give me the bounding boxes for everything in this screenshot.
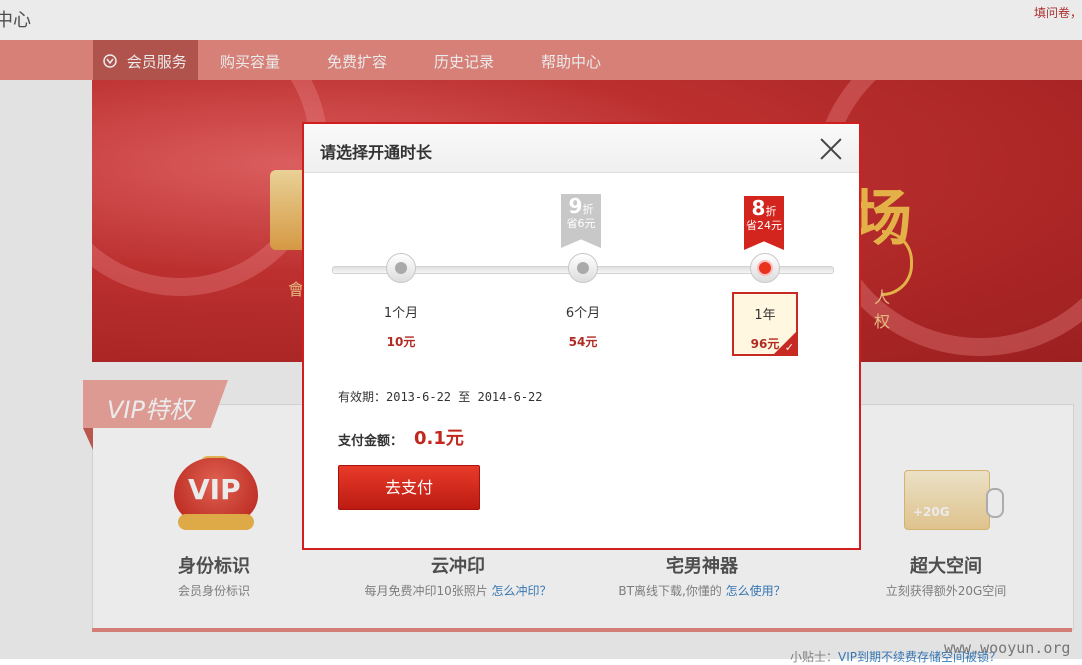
option-6-months[interactable]: 6个月 54元 bbox=[552, 292, 614, 352]
option-price: 10元 bbox=[386, 335, 416, 349]
pay-button[interactable]: 去支付 bbox=[338, 465, 480, 510]
watermark: www.wooyun.org bbox=[944, 639, 1071, 657]
dialog-title: 请选择开通时长 bbox=[320, 143, 433, 162]
discount-save: 省6元 bbox=[566, 217, 596, 230]
close-icon[interactable] bbox=[820, 138, 842, 160]
discount-ribbon-9: 9折 省6元 bbox=[561, 194, 601, 248]
discount-unit: 折 bbox=[765, 205, 777, 218]
option-duration: 6个月 bbox=[565, 306, 601, 321]
option-duration: 1年 bbox=[754, 308, 776, 323]
dialog-header: 请选择开通时长 bbox=[304, 124, 859, 173]
discount-ribbon-8: 8折 省24元 bbox=[744, 196, 784, 250]
slider-knob-1-year[interactable] bbox=[750, 253, 780, 283]
slider-knob-1-month[interactable] bbox=[386, 253, 416, 283]
option-1-year[interactable]: 1年 96元 ✓ bbox=[732, 292, 798, 356]
discount-number: 8 bbox=[751, 196, 766, 220]
option-1-month[interactable]: 1个月 10元 bbox=[370, 292, 432, 352]
amount-label: 支付金额： bbox=[338, 434, 404, 449]
slider-knob-6-months[interactable] bbox=[568, 253, 598, 283]
validity-period: 有效期：2013-6-22 至 2014-6-22 bbox=[338, 390, 543, 404]
amount-value: 0.1元 bbox=[414, 428, 464, 449]
option-duration: 1个月 bbox=[383, 306, 419, 321]
discount-number: 9 bbox=[568, 194, 583, 218]
duration-dialog: 请选择开通时长 9折 省6元 8折 省24元 1个月 10元 6个月 54元 1… bbox=[302, 122, 861, 550]
discount-unit: 折 bbox=[582, 203, 594, 216]
discount-save: 省24元 bbox=[746, 219, 782, 232]
option-price: 54元 bbox=[568, 335, 598, 349]
